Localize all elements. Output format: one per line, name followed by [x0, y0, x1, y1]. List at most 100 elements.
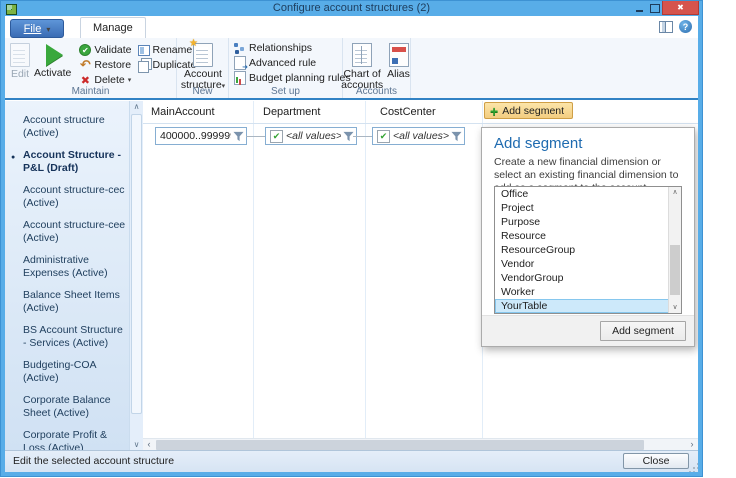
file-menu-label: File: [24, 23, 42, 35]
resize-grip-icon[interactable]: [693, 467, 695, 469]
minimize-button[interactable]: [632, 1, 647, 15]
relationships-button[interactable]: Relationships: [234, 42, 342, 54]
ribbon: Edit Activate ✔ Validate ↶ Restore: [5, 38, 698, 100]
sidebar-item[interactable]: Budgeting-COA (Active): [23, 359, 128, 385]
top-right-icons: ?: [659, 20, 692, 33]
add-segment-button[interactable]: + Add segment: [484, 102, 573, 119]
segment-filter-box[interactable]: ✔ 400000..999999: [155, 127, 247, 145]
segment-header[interactable]: Department: [255, 101, 372, 123]
delete-icon: ✖: [79, 74, 91, 86]
sidebar-item[interactable]: Account structure-cec (Active): [23, 184, 128, 210]
listbox-scrollbar-thumb[interactable]: [670, 245, 680, 295]
rename-icon: [138, 45, 150, 56]
ribbon-group-accounts: Chart of accounts Alias Accounts: [343, 38, 411, 98]
dimension-option[interactable]: Worker: [495, 285, 669, 299]
checkbox-icon[interactable]: ✔: [377, 130, 390, 143]
status-message: Edit the selected account structure: [13, 455, 174, 467]
budget-planning-rules-button[interactable]: Budget planning rules: [234, 72, 342, 84]
sidebar-item[interactable]: Account structure-cee (Active): [23, 219, 128, 245]
sidebar-item[interactable]: Corporate Balance Sheet (Active): [23, 394, 128, 420]
segment-column: MainAccount ✔ 400000..999999: [143, 101, 255, 147]
sidebar-item[interactable]: Account Structure - P&L (Draft): [23, 149, 128, 175]
dimension-option[interactable]: VendorGroup: [495, 271, 669, 285]
sidebar-item[interactable]: BS Account Structure - Services (Active): [23, 324, 128, 350]
popup-title: Add segment: [494, 135, 682, 152]
filter-icon[interactable]: [233, 131, 244, 142]
caption-buttons: ✖: [632, 1, 699, 15]
relationships-icon: [234, 42, 246, 54]
add-segment-popup: Add segment Create a new financial dimen…: [481, 127, 695, 347]
ribbon-group-setup: Relationships Advanced rule Budget plann…: [229, 38, 343, 98]
filter-icon[interactable]: [451, 131, 462, 142]
maximize-button[interactable]: [647, 1, 662, 15]
group-label-accounts: Accounts: [343, 86, 410, 97]
chevron-down-icon: ▾: [46, 25, 50, 34]
dimension-option[interactable]: YourTable: [495, 299, 669, 313]
advanced-rule-icon: [234, 56, 246, 70]
dimension-option[interactable]: Office: [495, 187, 669, 201]
file-menu-button[interactable]: File ▾: [10, 19, 64, 38]
sidebar-item[interactable]: Administrative Expenses (Active): [23, 254, 128, 280]
segment-filter-box[interactable]: ✔ <all values>: [265, 127, 357, 145]
popup-footer: Add segment: [482, 315, 694, 346]
activate-icon: [46, 44, 63, 66]
group-label-setup: Set up: [229, 86, 342, 97]
segment-filter-value: 400000..999999: [160, 130, 231, 142]
segment-column: CostCenter ✔ <all values>: [372, 101, 465, 147]
dimension-option[interactable]: Resource: [495, 229, 669, 243]
restore-button[interactable]: ↶ Restore: [79, 59, 131, 71]
checkbox-icon[interactable]: ✔: [270, 130, 283, 143]
chevron-down-icon: ▾: [128, 76, 132, 84]
advanced-rule-button[interactable]: Advanced rule: [234, 57, 342, 69]
sidebar-item[interactable]: Balance Sheet Items (Active): [23, 289, 128, 315]
chart-of-accounts-icon: [352, 43, 372, 67]
tab-manage[interactable]: Manage: [80, 17, 146, 38]
window-body: File ▾ Manage ? Edit Activate: [5, 16, 698, 472]
new-star-icon: ★: [189, 38, 198, 49]
segment-filter-box[interactable]: ✔ <all values>: [372, 127, 465, 145]
popup-add-segment-button[interactable]: Add segment: [600, 321, 686, 341]
account-structure-list-panel: Account structure (Active) Account Struc…: [5, 101, 144, 451]
segment-header[interactable]: CostCenter: [372, 101, 465, 123]
canvas-scrollbar-thumb[interactable]: [156, 440, 644, 450]
dimension-option[interactable]: Project: [495, 201, 669, 215]
validate-button[interactable]: ✔ Validate: [79, 44, 131, 56]
dimension-option[interactable]: Vendor: [495, 257, 669, 271]
title-bar[interactable]: Configure account structures (2) ✖: [1, 1, 702, 16]
sidebar-scrollbar-thumb[interactable]: [131, 114, 142, 414]
account-structure-list: Account structure (Active) Account Struc…: [5, 105, 130, 451]
ribbon-group-maintain: Edit Activate ✔ Validate ↶ Restore: [5, 38, 177, 98]
dimension-option[interactable]: Purpose: [495, 215, 669, 229]
segment-filter-value: <all values>: [286, 130, 341, 142]
window-title: Configure account structures (2): [1, 2, 702, 14]
scroll-up-icon[interactable]: ∧: [130, 101, 143, 113]
ribbon-group-new: ★ Account structure▾ New: [177, 38, 229, 98]
delete-button[interactable]: ✖ Delete ▾: [79, 74, 131, 86]
sidebar-scrollbar[interactable]: ∧ ∨: [129, 101, 143, 451]
close-button[interactable]: Close: [623, 453, 689, 469]
status-bar: Edit the selected account structure Clos…: [5, 450, 698, 472]
validate-icon: ✔: [79, 44, 91, 56]
close-window-button[interactable]: ✖: [662, 1, 699, 15]
edit-icon: [10, 43, 30, 67]
dimension-listbox: Office Project Purpose Resource Resource…: [494, 186, 682, 314]
dimension-option[interactable]: ResourceGroup: [495, 243, 669, 257]
ribbon-tab-row: File ▾ Manage ?: [5, 16, 698, 39]
minimize-icon: [636, 10, 643, 12]
plus-icon: +: [490, 106, 498, 116]
sidebar-item[interactable]: Account structure (Active): [23, 114, 128, 140]
column-separator: [253, 101, 254, 439]
duplicate-icon: [138, 61, 149, 73]
dialog-window: Configure account structures (2) ✖ File …: [0, 0, 703, 477]
account-structure-icon: ★: [193, 43, 213, 67]
listbox-scrollbar[interactable]: ∧ ∨: [668, 187, 681, 313]
sidebar-item[interactable]: Corporate Profit & Loss (Active): [23, 429, 128, 451]
help-icon[interactable]: ?: [679, 20, 692, 33]
scroll-up-icon[interactable]: ∧: [669, 187, 681, 198]
maximize-icon: [650, 4, 660, 13]
segment-header[interactable]: MainAccount: [143, 101, 255, 123]
segment-column: Department ✔ <all values>: [255, 101, 372, 147]
budget-planning-rules-icon: [234, 71, 246, 85]
window-layout-icon[interactable]: [659, 21, 673, 33]
scroll-down-icon[interactable]: ∨: [669, 302, 681, 313]
